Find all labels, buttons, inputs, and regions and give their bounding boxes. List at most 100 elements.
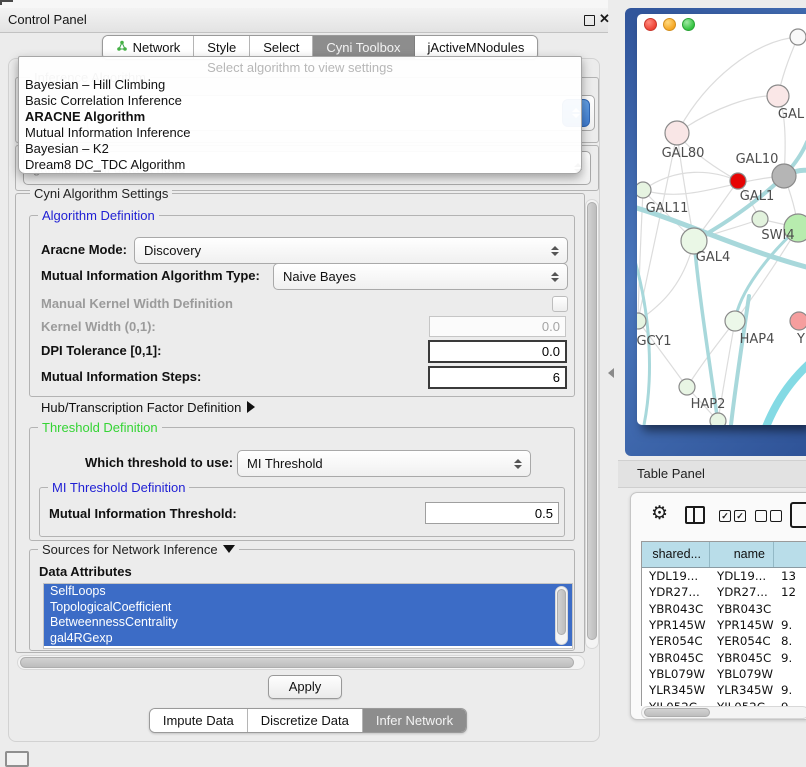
network-node-gal10[interactable]: [730, 173, 746, 189]
table-row[interactable]: YBR043CYBR043C: [642, 601, 806, 617]
attribute-item-topologicalcoefficient[interactable]: TopologicalCoefficient: [44, 600, 572, 616]
table-cell: YDR27...: [642, 584, 710, 600]
data-attributes-list[interactable]: SelfLoopsTopologicalCoefficientBetweenne…: [43, 583, 573, 649]
control-panel-title: Control Panel: [8, 12, 87, 27]
float-window-icon[interactable]: [584, 15, 595, 26]
mi-steps-field[interactable]: [428, 366, 567, 389]
table-horizontal-scrollbar[interactable]: [641, 706, 806, 719]
network-node-gcy1[interactable]: [637, 313, 646, 329]
node-table-header: shared...name: [642, 542, 806, 568]
minimize-traffic-light-icon[interactable]: [663, 18, 676, 31]
algorithm-popup: Select algorithm to view settings Bayesi…: [18, 56, 582, 174]
table-column-header[interactable]: [774, 542, 806, 567]
bottom-left-partial-icon[interactable]: [5, 751, 29, 767]
network-node-gal11[interactable]: [637, 182, 651, 198]
data-attributes-label: Data Attributes: [39, 563, 132, 581]
table-row[interactable]: YBL079WYBL079W: [642, 666, 806, 682]
mi-steps-label: Mutual Information Steps:: [41, 368, 201, 386]
tab-label: Infer Network: [376, 709, 453, 732]
network-canvas[interactable]: GALGAL80GAL10GAL11GAL1SWI4GAL4GCY1HAP4YH…: [637, 14, 806, 425]
table-column-header[interactable]: name: [710, 542, 774, 567]
close-traffic-light-icon[interactable]: [644, 18, 657, 31]
algorithm-option-bayesian-hill-climbing[interactable]: Bayesian – Hill Climbing: [19, 77, 581, 93]
panel-divider-arrow[interactable]: [608, 368, 614, 378]
table-row[interactable]: YLR345WYLR345W9.: [642, 682, 806, 698]
network-node-y[interactable]: [790, 312, 806, 330]
gear-icon[interactable]: ⚙: [651, 504, 668, 524]
combo-spinner-icon: [547, 272, 563, 282]
network-window[interactable]: GALGAL80GAL10GAL11GAL1SWI4GAL4GCY1HAP4YH…: [637, 14, 806, 425]
table-row[interactable]: YDR27...YDR27...12: [642, 584, 806, 600]
hub-definition-toggle[interactable]: Hub/Transcription Factor Definition: [41, 399, 255, 417]
hub-definition-label: Hub/Transcription Factor Definition: [41, 400, 241, 415]
kernel-width-field[interactable]: [429, 316, 566, 337]
network-node-gal1[interactable]: [752, 211, 768, 227]
table-cell: YDL19...: [642, 568, 710, 584]
table-row[interactable]: YPR145WYPR145W9.: [642, 617, 806, 633]
bottom-tab-bar: Impute Data Discretize Data Infer Network: [0, 708, 616, 733]
network-node-hap2[interactable]: [679, 379, 695, 395]
table-cell: 12: [774, 584, 806, 600]
aracne-mode-combo[interactable]: Discovery: [134, 237, 568, 264]
network-node-label: GAL: [778, 107, 805, 122]
algorithm-option-dream8-dc-tdc-algorithm[interactable]: Dream8 DC_TDC Algorithm: [19, 157, 581, 173]
network-node-hap4[interactable]: [725, 311, 745, 331]
sources-group-title[interactable]: Sources for Network Inference: [38, 543, 239, 557]
network-node-gal[interactable]: [767, 85, 789, 107]
network-node[interactable]: [790, 29, 806, 45]
network-node-label: GAL1: [740, 189, 774, 204]
algorithm-option-basic-correlation-inference[interactable]: Basic Correlation Inference: [19, 93, 581, 109]
split-pane-icon[interactable]: [685, 506, 705, 524]
attribute-item-betweennesscentrality[interactable]: BetweennessCentrality: [44, 615, 572, 631]
network-node-label: GAL10: [736, 152, 779, 167]
tab-infer-network[interactable]: Infer Network: [363, 709, 466, 732]
threshold-definition-title: Threshold Definition: [38, 421, 162, 435]
table-row[interactable]: YIL052CYIL052C9.: [642, 699, 806, 706]
algorithm-option-mutual-information-inference[interactable]: Mutual Information Inference: [19, 125, 581, 141]
settings-vertical-scrollbar[interactable]: [585, 199, 599, 649]
table-cell: 9.: [774, 650, 806, 666]
table-cell: YIL052C: [642, 699, 710, 706]
manual-kernel-checkbox[interactable]: [552, 296, 568, 312]
network-node-label: SWI4: [761, 228, 794, 243]
attribute-item-selfloops[interactable]: SelfLoops: [44, 584, 572, 600]
mi-type-combo[interactable]: Naive Bayes: [273, 263, 568, 290]
which-threshold-combo[interactable]: MI Threshold: [237, 450, 531, 477]
algorithm-popup-list: Bayesian – Hill ClimbingBasic Correlatio…: [19, 77, 581, 174]
network-node-gal80[interactable]: [665, 121, 689, 145]
network-node-label: HAP4: [740, 332, 775, 347]
select-all-icon[interactable]: ✓✓: [719, 510, 746, 522]
network-node-label: Y: [796, 332, 805, 347]
function-builder-icon[interactable]: [790, 502, 806, 528]
network-node-label: HAP2: [691, 397, 726, 412]
deselect-all-icon[interactable]: [755, 510, 782, 522]
table-cell: 9.: [774, 682, 806, 698]
table-row[interactable]: YDL19...YDL19...13: [642, 568, 806, 584]
apply-button[interactable]: Apply: [268, 675, 342, 699]
table-panel-title: Table Panel: [637, 466, 705, 481]
table-row[interactable]: YBR045CYBR045C9.: [642, 650, 806, 666]
attribute-item-gal4rgexp[interactable]: gal4RGexp: [44, 631, 572, 647]
node-table[interactable]: shared...name YDL19...YDL19...13YDR27...…: [641, 541, 806, 706]
tab-discretize-data[interactable]: Discretize Data: [248, 709, 363, 732]
tab-label: Impute Data: [163, 709, 234, 732]
zoom-traffic-light-icon[interactable]: [682, 18, 695, 31]
dpi-tolerance-field[interactable]: [428, 340, 567, 363]
attributes-list-scrollbar[interactable]: [555, 586, 568, 645]
dpi-tolerance-label: DPI Tolerance [0,1]:: [41, 342, 161, 360]
network-node[interactable]: [772, 164, 796, 188]
algorithm-option-bayesian-k2[interactable]: Bayesian – K2: [19, 141, 581, 157]
algorithm-option-aracne-algorithm[interactable]: ARACNE Algorithm: [19, 109, 581, 125]
close-icon[interactable]: ✕: [599, 11, 610, 27]
network-node[interactable]: [710, 413, 726, 425]
network-window-frame[interactable]: GALGAL80GAL10GAL11GAL1SWI4GAL4GCY1HAP4YH…: [625, 8, 806, 456]
table-cell: YBR043C: [710, 601, 774, 617]
network-node-label: GAL80: [662, 146, 705, 161]
settings-horizontal-scrollbar[interactable]: [17, 655, 585, 670]
chevron-down-icon: [223, 545, 235, 553]
tab-impute-data[interactable]: Impute Data: [150, 709, 248, 732]
mi-threshold-field[interactable]: [425, 502, 559, 524]
table-row[interactable]: YER054CYER054C8.: [642, 633, 806, 649]
popup-hint: Select algorithm to view settings: [19, 57, 581, 77]
table-column-header[interactable]: shared...: [642, 542, 710, 567]
